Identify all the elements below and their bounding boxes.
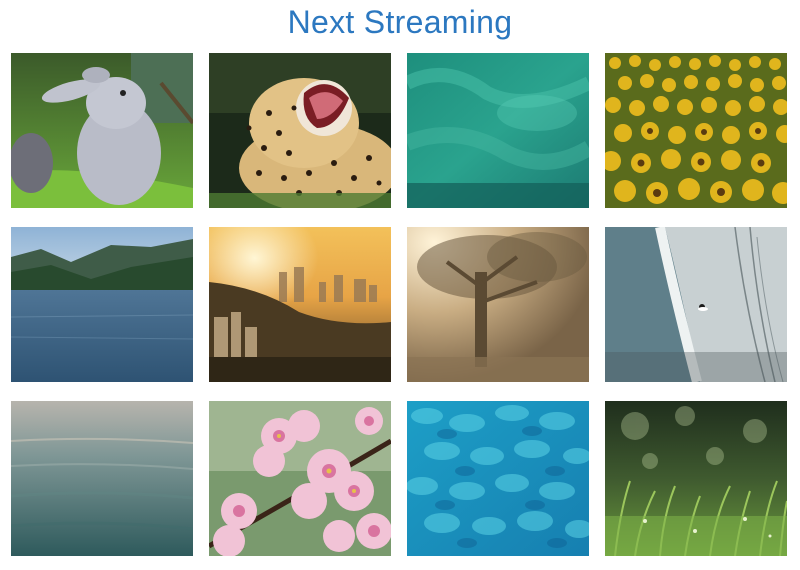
video-thumbnail-aerial-beach-surfer[interactable]	[605, 227, 787, 382]
video-thumbnail-dewy-grass[interactable]	[605, 401, 787, 556]
aerial-beach-surfer-image	[605, 227, 787, 382]
teal-underwater-image	[407, 53, 589, 208]
calm-sea-image	[11, 401, 193, 556]
video-thumbnail-blue-water-ripples[interactable]	[407, 401, 589, 556]
video-thumbnail-calm-sea[interactable]	[11, 401, 193, 556]
cherry-blossoms-image	[209, 401, 391, 556]
video-thumbnail-teal-underwater[interactable]	[407, 53, 589, 208]
city-sunrise-image	[209, 227, 391, 382]
blue-water-ripples-image	[407, 401, 589, 556]
sunflower-field-image	[605, 53, 787, 208]
video-thumbnail-cartoon-bunny[interactable]	[11, 53, 193, 208]
video-thumbnail-city-sunrise[interactable]	[209, 227, 391, 382]
video-thumbnail-sunflower-field[interactable]	[605, 53, 787, 208]
video-thumbnail-misty-tree[interactable]	[407, 227, 589, 382]
page-title: Next Streaming	[287, 4, 513, 40]
cartoon-bunny-image	[11, 53, 193, 208]
video-grid	[11, 53, 789, 556]
video-thumbnail-mountain-lake[interactable]	[11, 227, 193, 382]
video-thumbnail-yawning-cheetah[interactable]	[209, 53, 391, 208]
misty-tree-image	[407, 227, 589, 382]
video-thumbnail-cherry-blossoms[interactable]	[209, 401, 391, 556]
dewy-grass-image	[605, 401, 787, 556]
mountain-lake-image	[11, 227, 193, 382]
yawning-cheetah-image	[209, 53, 391, 208]
